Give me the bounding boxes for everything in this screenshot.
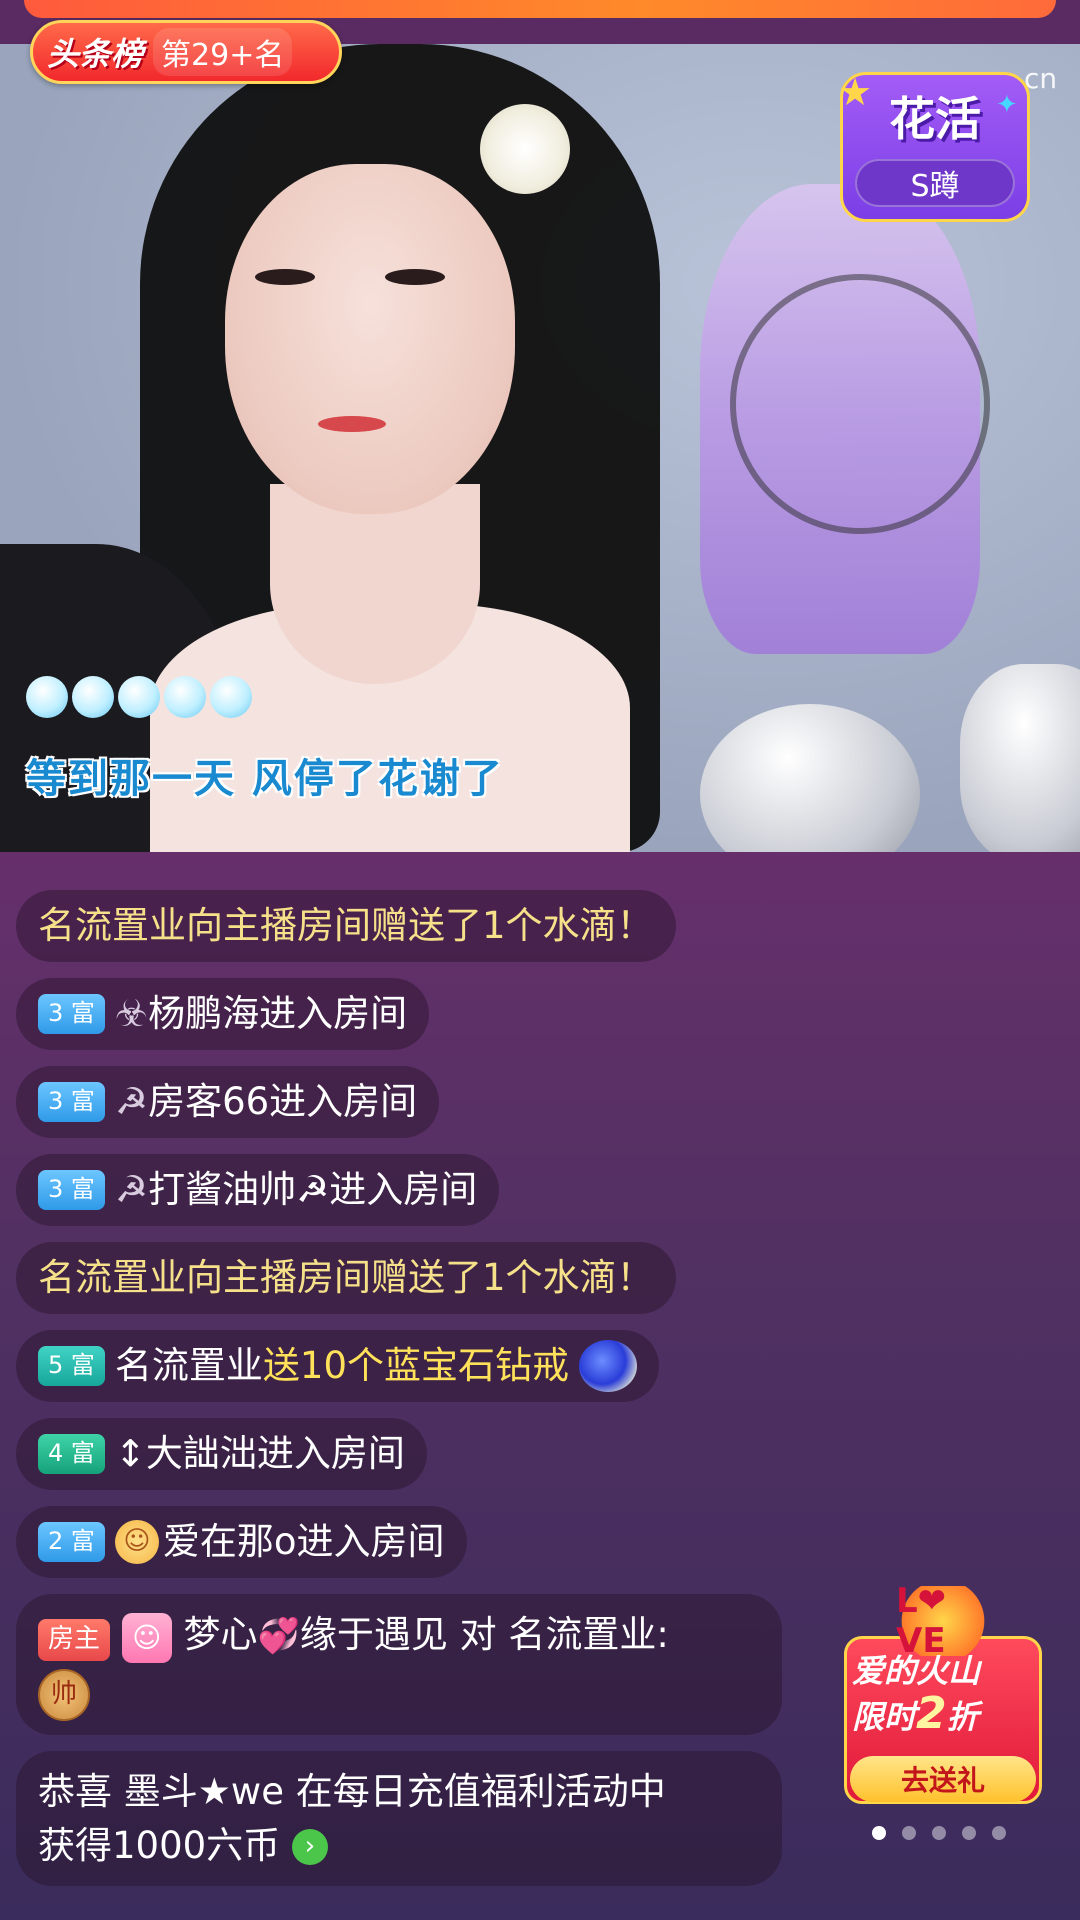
chat-message[interactable]: 名流置业 向主播房间赠送了1个水滴！ [16,890,676,962]
announcement-line-2: 获得1000六币 [38,1823,281,1867]
user-symbol-icon: ☭ [114,1079,149,1123]
chat-message[interactable]: 3 富 ☭ 打酱油帅☭ 进入房间 [16,1154,500,1226]
wealth-level-badge: 3 富 [38,1082,105,1122]
promo-discount: 限时2折 [852,1688,979,1739]
wealth-level-badge: 3 富 [38,994,105,1034]
host-badge: 房主 [38,1618,111,1661]
activity-title: 花活 [889,92,981,146]
rank-board-title: 头条榜 [47,35,144,73]
chat-username[interactable]: 杨鹏海 [148,990,259,1038]
wealth-level-badge: 4 富 [38,1434,105,1474]
heart-icon: 💞 [257,1616,300,1656]
pager-dot[interactable] [932,1826,946,1840]
announcement-line-1: 恭喜 墨斗★we 在每日充值福利活动中 [38,1770,666,1814]
chat-text: 进入房间 [256,1431,405,1475]
streamer-neck [270,484,480,684]
chat-message[interactable]: 3 富 ☣ 杨鹏海 进入房间 [16,978,430,1050]
chat-username[interactable]: 爱在那o [163,1518,297,1566]
user-symbol-icon: ☭ [114,1167,149,1211]
fan-stand [730,274,990,534]
streamer-face [225,164,515,514]
left-eye [255,269,315,285]
user-avatar-icon: ☺ [121,1613,172,1664]
chat-message[interactable]: 4 富 ↕ 大詘泏 进入房间 [16,1418,427,1490]
user-symbol-icon: ☣ [114,991,149,1035]
chat-text: 向主播房间赠送了1个水滴！ [186,903,654,947]
star-icon: ★ [838,70,873,114]
watermark: cn [1024,62,1058,95]
chess-piece-icon: 帅 [38,1669,90,1722]
chat-text: 进入房间 [259,991,408,1035]
banner-pager[interactable] [872,1826,1006,1840]
pager-dot[interactable] [902,1826,916,1840]
user-symbol-icon: ↕ [114,1431,146,1475]
pager-dot[interactable] [992,1826,1006,1840]
lyric-dot [118,676,160,718]
smile-emoji-icon: ☺ [114,1520,159,1564]
chat-username[interactable]: 大詘泏 [146,1430,257,1478]
promo-title: 爱的火山 [852,1652,981,1690]
chat-message[interactable]: 2 富 ☺ 爱在那o 进入房间 [16,1506,467,1578]
right-eye [385,269,445,285]
sapphire-ring-icon [579,1340,637,1392]
chat-username[interactable]: 名流置业 [38,902,186,950]
top-orange-strip [24,0,1056,18]
sparkle-icon: ✦ [996,90,1018,120]
chat-text: 进入房间 [269,1079,418,1123]
rank-position: 第29+名 [153,28,293,76]
chat-text: 进入房间 [329,1167,478,1211]
chat-message[interactable]: 名流置业 向主播房间赠送了1个水滴！ [16,1242,676,1314]
send-gift-button[interactable]: 去送礼 [850,1756,1036,1802]
chat-username[interactable]: 名流置业 [115,1342,263,1390]
chat-username[interactable]: 名流置业 [38,1254,186,1302]
chat-text: 进入房间 [296,1519,445,1563]
lyric-progress-dots [26,676,252,718]
chat-username[interactable]: 打酱油帅☭ [148,1166,329,1214]
chat-text: 对 [447,1613,509,1656]
chat-mention[interactable]: 名流置业: [508,1613,668,1656]
lamp-2 [960,664,1080,852]
wealth-level-badge: 3 富 [38,1170,105,1210]
promo-discount-suffix: 折 [946,1698,979,1736]
lyrics-line: 等到那一天 风停了花谢了 [26,756,504,802]
chat-text: 向主播房间赠送了1个水滴！ [186,1255,654,1299]
activity-pill: S蹲 [855,159,1015,207]
chat-message[interactable]: 3 富 ☭ 房客66 进入房间 [16,1066,440,1138]
wealth-level-badge: 2 富 [38,1522,105,1562]
lyric-dot [210,676,252,718]
gift-text: 送10个蓝宝石钻戒 [262,1343,569,1387]
pager-dot[interactable] [872,1826,886,1840]
mouth [318,416,386,432]
lyric-dot [72,676,114,718]
lyric-dot [26,676,68,718]
pager-dot[interactable] [962,1826,976,1840]
promo-discount-number: 2 [916,1688,947,1739]
wealth-level-badge: 5 富 [38,1346,105,1386]
chevron-right-icon[interactable]: › [291,1829,328,1866]
promo-discount-prefix: 限时 [852,1698,917,1736]
chat-message[interactable]: 5 富 名流置业 送10个蓝宝石钻戒 [16,1330,659,1402]
chat-username-suffix[interactable]: 缘于遇见 [300,1613,448,1656]
lyric-dot [164,676,206,718]
system-announcement[interactable]: 恭喜 墨斗★we 在每日充值福利活动中 获得1000六币 › [16,1751,782,1887]
chat-list[interactable]: 名流置业 向主播房间赠送了1个水滴！ 3 富 ☣ 杨鹏海 进入房间 3 富 ☭ 房客… [16,890,786,1902]
chat-username[interactable]: 房客66 [148,1078,269,1126]
chat-message-host[interactable]: 房主 ☺ 梦心💞缘于遇见 对 名流置业: 帅 [16,1594,782,1736]
hair-flower [480,104,570,194]
headline-rank-badge[interactable]: 头条榜 第29+名 [30,20,342,84]
chat-username[interactable]: 梦心 [184,1613,258,1656]
promo-banner[interactable]: L❤VE 爱的火山 限时2折 去送礼 [836,1581,1050,1806]
